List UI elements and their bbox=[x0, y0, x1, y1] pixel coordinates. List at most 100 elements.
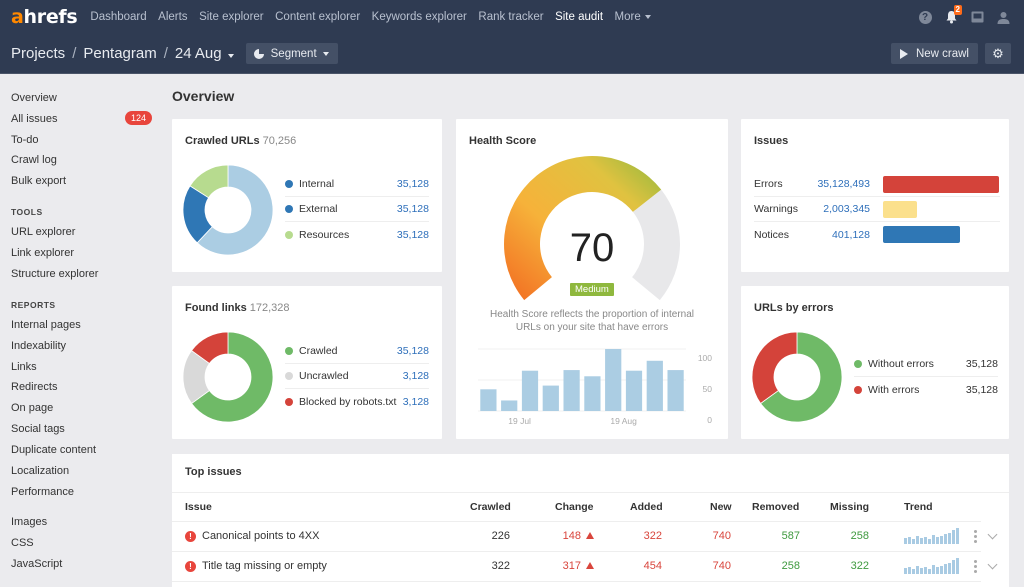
sidebar-heading-tools: TOOLS bbox=[11, 207, 43, 217]
more-options-icon[interactable] bbox=[974, 530, 977, 543]
legend-uncrawled: Uncrawled 3,128 bbox=[285, 364, 429, 389]
sidebar-item-css[interactable]: CSS bbox=[11, 537, 34, 549]
external-count-link[interactable]: 35,128 bbox=[397, 203, 429, 215]
bar[interactable] bbox=[480, 389, 497, 411]
errors-bar[interactable] bbox=[883, 175, 999, 193]
nav-dashboard[interactable]: Dashboard bbox=[90, 11, 146, 23]
sidebar-item-on-page[interactable]: On page bbox=[11, 402, 53, 414]
blocked-count-link[interactable]: 3,128 bbox=[403, 396, 429, 408]
legend-dot-icon bbox=[285, 230, 293, 239]
internal-count-link[interactable]: 35,128 bbox=[397, 178, 429, 190]
nav-content-explorer[interactable]: Content explorer bbox=[275, 11, 360, 23]
breadcrumb: Projects / Pentagram / 24 Aug bbox=[11, 45, 234, 62]
column-header-change[interactable]: Change bbox=[555, 501, 594, 513]
x-tick-label: 19 Aug bbox=[610, 416, 637, 426]
sidebar-item-indexability[interactable]: Indexability bbox=[11, 340, 66, 352]
sidebar-item-duplicate-content[interactable]: Duplicate content bbox=[11, 444, 96, 456]
legend-blocked: Blocked by robots.txt 3,128 bbox=[285, 389, 429, 414]
bar[interactable] bbox=[646, 360, 663, 411]
nav-keywords-explorer[interactable]: Keywords explorer bbox=[372, 11, 467, 23]
sidebar-item-localization[interactable]: Localization bbox=[11, 465, 69, 477]
divider bbox=[172, 581, 981, 582]
project-header: Projects / Pentagram / 24 Aug Segment Ne… bbox=[0, 34, 1024, 74]
help-button[interactable]: ? bbox=[914, 6, 936, 28]
notifications-button[interactable]: 2 bbox=[940, 5, 962, 28]
sparkline-bar bbox=[920, 538, 923, 544]
sidebar-item-internal-pages[interactable]: Internal pages bbox=[11, 319, 81, 331]
crawl-date-dropdown[interactable]: 24 Aug bbox=[175, 45, 234, 62]
sparkline-bar bbox=[932, 564, 935, 574]
sidebar-item-overview[interactable]: Overview bbox=[11, 92, 57, 104]
bar[interactable] bbox=[584, 376, 601, 411]
column-header-trend: Trend bbox=[904, 501, 933, 513]
bar[interactable] bbox=[605, 349, 622, 411]
sidebar-item-crawl-log[interactable]: Crawl log bbox=[11, 154, 57, 166]
sidebar-item-bulk-export[interactable]: Bulk export bbox=[11, 175, 66, 187]
column-header-removed[interactable]: Removed bbox=[752, 501, 799, 513]
sidebar-item-social-tags[interactable]: Social tags bbox=[11, 423, 65, 435]
settings-button[interactable]: ⚙ bbox=[985, 43, 1011, 64]
nav-alerts[interactable]: Alerts bbox=[158, 11, 187, 23]
sidebar-item-javascript[interactable]: JavaScript bbox=[11, 558, 62, 570]
chevron-down-icon[interactable] bbox=[987, 529, 998, 540]
bar[interactable] bbox=[625, 370, 643, 411]
sidebar-item-link-explorer[interactable]: Link explorer bbox=[11, 247, 74, 259]
more-options-icon[interactable] bbox=[974, 560, 977, 573]
nav-more[interactable]: More bbox=[615, 11, 651, 23]
crawled-count-link[interactable]: 35,128 bbox=[397, 345, 429, 357]
sidebar-item-to-do[interactable]: To-do bbox=[11, 134, 39, 146]
notification-count-badge: 2 bbox=[953, 5, 962, 15]
bar[interactable] bbox=[563, 370, 580, 411]
nav-rank-tracker[interactable]: Rank tracker bbox=[478, 11, 543, 23]
uncrawled-count-link[interactable]: 3,128 bbox=[403, 370, 429, 382]
pie-chart-icon bbox=[253, 48, 264, 59]
column-header-crawled[interactable]: Crawled bbox=[470, 501, 511, 513]
sidebar-item-url-explorer[interactable]: URL explorer bbox=[11, 226, 75, 238]
issue-name-link[interactable]: Title tag missing or empty bbox=[202, 560, 327, 572]
sparkline-bar bbox=[936, 537, 939, 544]
crawled-urls-donut bbox=[183, 165, 273, 255]
chevron-down-icon[interactable] bbox=[987, 559, 998, 570]
issue-name-link[interactable]: Canonical points to 4XX bbox=[202, 530, 319, 542]
sparkline-bar bbox=[920, 568, 923, 574]
sparkline-bar bbox=[936, 567, 939, 574]
chevron-down-icon bbox=[227, 54, 234, 58]
card-title: Health Score bbox=[469, 135, 537, 147]
sidebar-item-all-issues[interactable]: All issues bbox=[11, 113, 57, 125]
warnings-bar[interactable] bbox=[883, 200, 917, 218]
donut-slice-with-errors[interactable] bbox=[752, 332, 798, 405]
segment-dropdown[interactable]: Segment bbox=[245, 43, 338, 64]
issues-card: Issues Errors 35,128,493 Warnings 2,003,… bbox=[741, 119, 1009, 272]
nav-site-explorer[interactable]: Site explorer bbox=[199, 11, 264, 23]
crawled-urls-total: 70,256 bbox=[262, 135, 297, 147]
warnings-count-link[interactable]: 2,003,345 bbox=[804, 203, 870, 215]
bar[interactable] bbox=[667, 370, 684, 411]
sidebar-item-redirects[interactable]: Redirects bbox=[11, 381, 57, 393]
nav-site-audit[interactable]: Site audit bbox=[555, 11, 603, 23]
new-crawl-button[interactable]: New crawl bbox=[890, 43, 978, 64]
column-header-added[interactable]: Added bbox=[630, 501, 663, 513]
bar[interactable] bbox=[542, 385, 559, 411]
sidebar-item-performance[interactable]: Performance bbox=[11, 486, 74, 498]
errors-count-link[interactable]: 35,128,493 bbox=[804, 178, 870, 190]
column-header-new[interactable]: New bbox=[710, 501, 732, 513]
sidebar-item-images[interactable]: Images bbox=[11, 516, 47, 528]
monitor-button[interactable] bbox=[966, 6, 988, 28]
resources-count-link[interactable]: 35,128 bbox=[397, 229, 429, 241]
breadcrumb-projects[interactable]: Projects bbox=[11, 45, 65, 62]
breadcrumb-project[interactable]: Pentagram bbox=[83, 45, 156, 62]
ahrefs-logo[interactable]: ahrefs bbox=[11, 6, 78, 28]
sparkline-bar bbox=[912, 569, 915, 574]
bar[interactable] bbox=[501, 400, 518, 411]
account-button[interactable] bbox=[992, 6, 1014, 28]
sparkline-bar bbox=[944, 563, 947, 574]
bar[interactable] bbox=[521, 370, 539, 411]
sparkline-bar bbox=[956, 558, 959, 574]
column-header-issue[interactable]: Issue bbox=[185, 501, 212, 513]
column-header-missing[interactable]: Missing bbox=[830, 501, 869, 513]
sidebar-item-links[interactable]: Links bbox=[11, 361, 37, 373]
notices-bar[interactable] bbox=[883, 226, 960, 243]
sidebar-item-structure-explorer[interactable]: Structure explorer bbox=[11, 268, 98, 280]
card-title: Found links 172,328 bbox=[185, 302, 290, 314]
notices-count-link[interactable]: 401,128 bbox=[804, 229, 870, 241]
